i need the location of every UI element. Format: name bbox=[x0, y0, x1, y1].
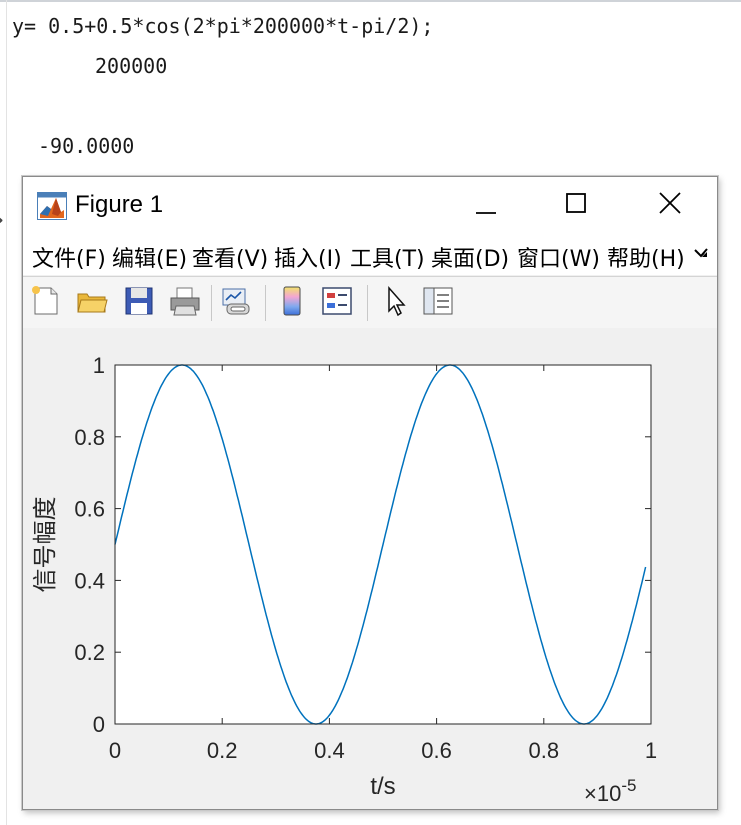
menu-desktop[interactable]: 桌面(D) bbox=[431, 241, 509, 273]
minimize-icon[interactable] bbox=[463, 185, 509, 225]
link-plot-icon[interactable] bbox=[219, 284, 253, 318]
figure-menubar: 文件(F) 编辑(E) 查看(V) 插入(I) 工具(T) 桌面(D) 窗口(W… bbox=[23, 233, 717, 275]
new-figure-icon[interactable] bbox=[29, 284, 63, 318]
y-tick-label: 0.6 bbox=[74, 497, 105, 522]
menu-help[interactable]: 帮助(H) bbox=[607, 241, 689, 273]
y-axis-label: 信号幅度 bbox=[31, 497, 59, 593]
menu-edit[interactable]: 编辑(E) bbox=[112, 241, 187, 273]
toolbar-separator bbox=[265, 285, 266, 321]
x-tick-label: 1 bbox=[645, 738, 657, 763]
menu-insert[interactable]: 插入(I) bbox=[274, 241, 342, 273]
matlab-logo-icon bbox=[37, 192, 67, 220]
menu-file[interactable]: 文件(F) bbox=[32, 241, 106, 273]
command-window-margin bbox=[6, 0, 7, 825]
command-prompt-icon: › bbox=[0, 205, 4, 235]
x-tick-label: 0.2 bbox=[207, 738, 238, 763]
command-window-border bbox=[0, 0, 741, 2]
y-tick-label: 0.8 bbox=[74, 425, 105, 450]
x-axis-exponent-power: -5 bbox=[621, 776, 636, 795]
pointer-icon[interactable] bbox=[379, 284, 413, 318]
x-tick-label: 0 bbox=[109, 738, 121, 763]
command-output-frequency: 200000 bbox=[95, 54, 168, 78]
menu-view[interactable]: 查看(V) bbox=[192, 241, 268, 273]
maximize-icon[interactable] bbox=[553, 185, 599, 225]
x-tick-label: 0.8 bbox=[529, 738, 560, 763]
figure-titlebar[interactable]: Figure 1 bbox=[23, 177, 717, 233]
legend-icon[interactable] bbox=[320, 284, 354, 318]
x-axis-label: t/s bbox=[370, 773, 395, 800]
command-output-phase: -90.0000 bbox=[38, 134, 135, 158]
figure-window[interactable]: Figure 1 文件(F) 编辑(E) 查看(V) 插入(I) 工具(T) 桌… bbox=[22, 176, 718, 810]
plot-area[interactable]: 0 0.2 0.4 0.6 0.8 1 0 0.2 0.4 0.6 0.8 1 t/s 信号幅度 ×1… bbox=[23, 328, 717, 809]
y-tick-label: 0.4 bbox=[74, 568, 105, 593]
y-tick-label: 1 bbox=[93, 353, 105, 378]
y-tick-label: 0.2 bbox=[74, 640, 105, 665]
menu-window[interactable]: 窗口(W) bbox=[517, 241, 600, 273]
figure-title: Figure 1 bbox=[75, 191, 164, 218]
save-icon[interactable] bbox=[122, 284, 156, 318]
command-line-expression: y= 0.5+0.5*cos(2*pi*200000*t-pi/2); bbox=[12, 14, 434, 38]
x-tick-label: 0.4 bbox=[314, 738, 345, 763]
toolbar-separator bbox=[211, 285, 212, 321]
x-axis-exponent: ×10-5 bbox=[584, 776, 636, 806]
x-axis-exponent-base: ×10 bbox=[584, 781, 621, 806]
print-icon[interactable] bbox=[168, 284, 202, 318]
open-file-icon[interactable] bbox=[75, 284, 109, 318]
close-icon[interactable] bbox=[647, 185, 693, 225]
property-inspector-icon[interactable] bbox=[421, 284, 455, 318]
x-tick-label: 0.6 bbox=[421, 738, 452, 763]
toolbar-separator bbox=[367, 285, 368, 321]
menu-overflow-icon[interactable] bbox=[693, 245, 709, 261]
figure-canvas[interactable]: 0 0.2 0.4 0.6 0.8 1 0 0.2 0.4 0.6 0.8 1 t/s 信号幅度 ×1… bbox=[23, 328, 717, 809]
figure-toolbar bbox=[23, 276, 717, 329]
colorbar-icon[interactable] bbox=[275, 284, 309, 318]
y-tick-label: 0 bbox=[93, 712, 105, 737]
menu-tools[interactable]: 工具(T) bbox=[350, 241, 425, 273]
